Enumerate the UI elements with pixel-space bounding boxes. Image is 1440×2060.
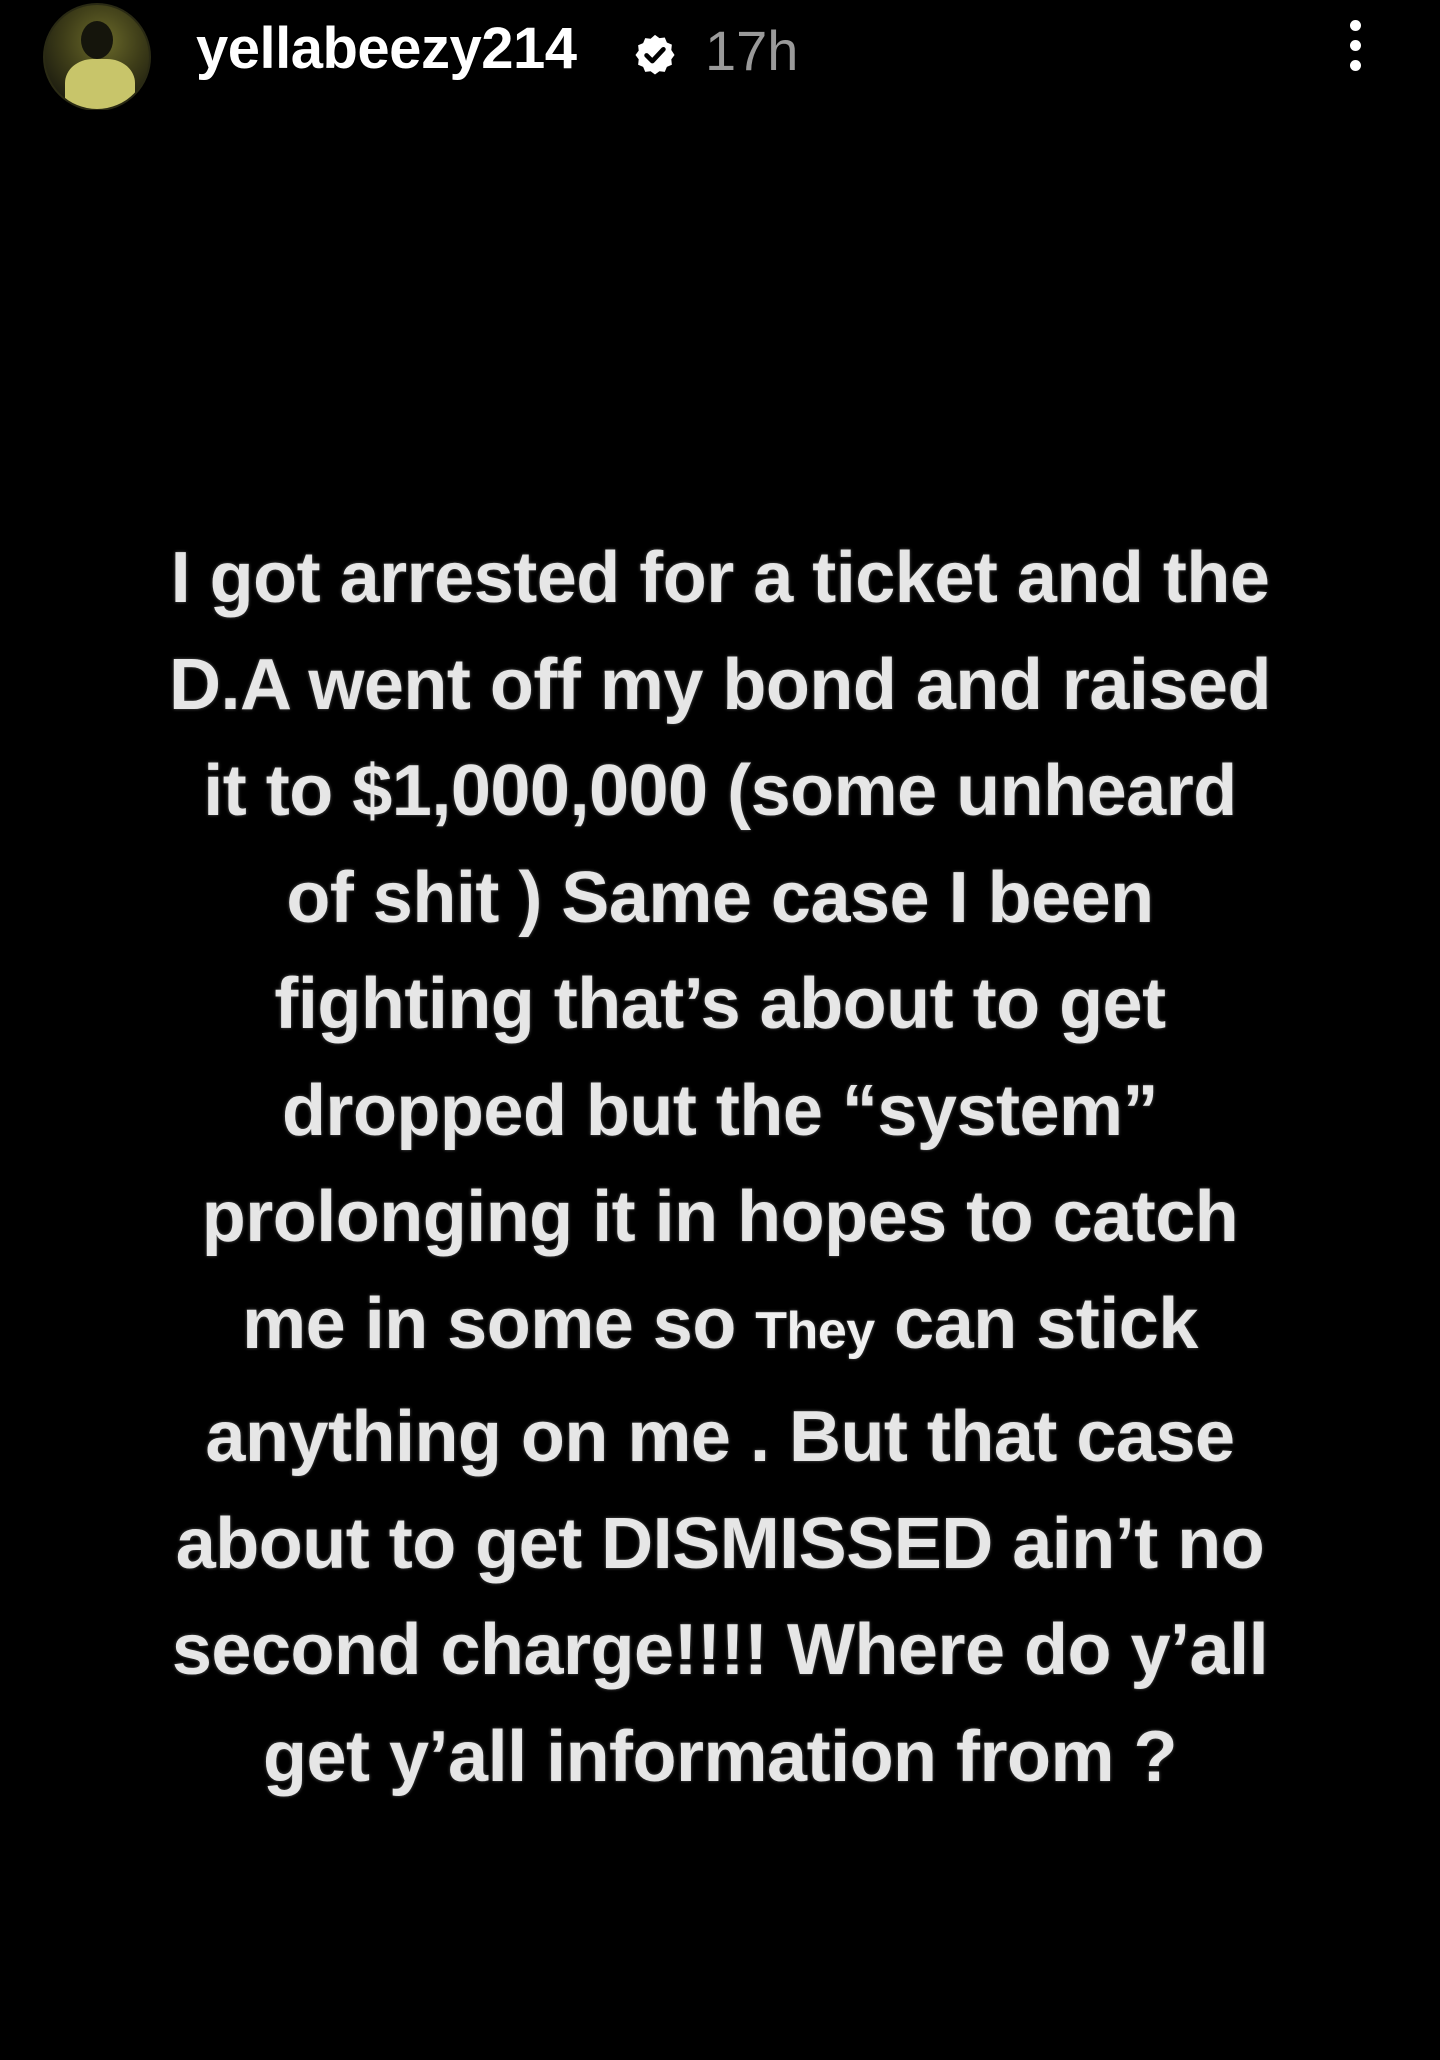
story-line: I got arrested for a ticket and the (170, 538, 1270, 618)
story-line-small-word: They (755, 1301, 875, 1360)
avatar-head-shape (81, 21, 113, 59)
username-link[interactable]: yellabeezy214 (196, 14, 577, 84)
post-timestamp: 17h (705, 19, 799, 82)
story-line: me in some so They can stick (70, 1271, 1370, 1385)
more-options-icon[interactable] (1332, 16, 1378, 86)
story-line: about to get DISMISSED ain’t no (175, 1503, 1265, 1584)
story-line: prolonging it in hopes to catch (201, 1177, 1239, 1257)
story-content[interactable]: I got arrested for a ticket and the D.A … (0, 110, 1440, 2060)
profile-avatar[interactable] (43, 3, 151, 111)
avatar-body-shape (65, 59, 135, 109)
story-line: it to $1,000,000 (some unheard (203, 751, 1237, 831)
verified-badge-icon (635, 34, 675, 75)
story-line-segment: me in some so (242, 1283, 756, 1364)
story-line: anything on me . But that case (205, 1397, 1235, 1477)
story-line: fighting that’s about to get (274, 964, 1166, 1044)
story-caption-text: I got arrested for a ticket and the D.A … (70, 525, 1370, 1810)
story-line: second charge!!!! Where do y’all (171, 1610, 1269, 1690)
story-header: yellabeezy214 17h (0, 0, 1440, 111)
story-line: of shit ) Same case I been (286, 857, 1154, 938)
story-line: D.A went off my bond and raised (169, 644, 1271, 725)
story-line: get y’all information from ? (262, 1716, 1178, 1797)
story-line-segment: can stick (874, 1283, 1198, 1364)
story-line: dropped but the “system” (281, 1070, 1159, 1151)
